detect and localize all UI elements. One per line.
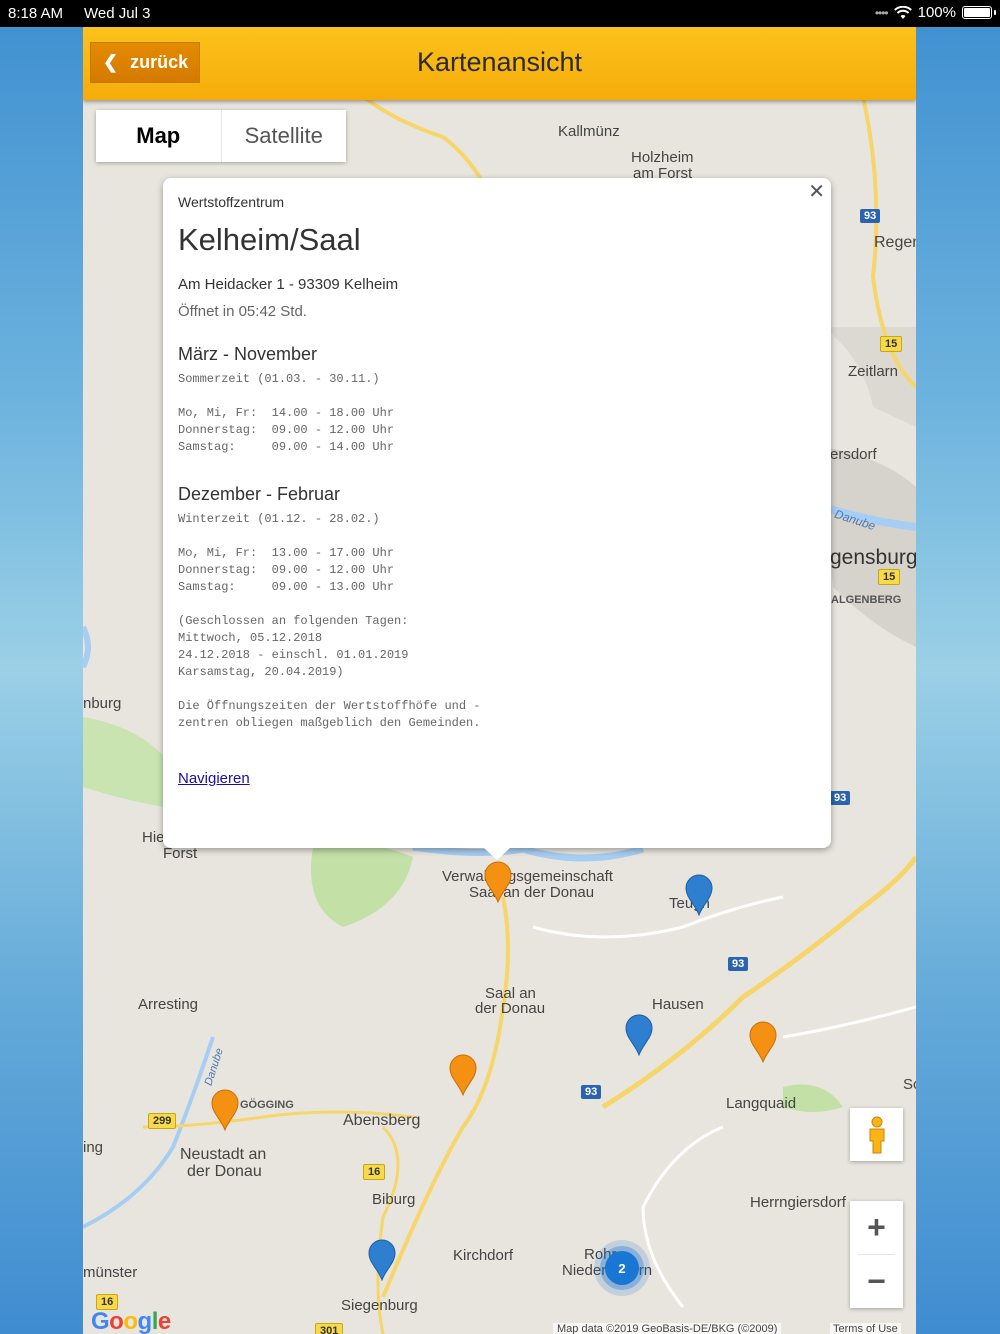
season-winter-title: Dezember - Februar [178,484,341,504]
map-type-satellite-button[interactable]: Satellite [222,110,347,162]
location-address: Am Heidacker 1 - 93309 Kelheim [178,276,399,293]
map-label-siegenburg: Siegenburg [341,1297,418,1314]
street-view-pegman-button[interactable] [850,1108,903,1161]
location-type: Wertstoffzentrum [178,194,285,210]
signal-dots-icon: •••• [874,5,889,20]
status-bar: 8:18 AM Wed Jul 3 •••• 100% [0,0,1000,27]
road-shield-93: 93 [581,1085,602,1099]
pegman-icon [869,1116,884,1153]
marker-orange-selected[interactable] [484,861,512,903]
road-shield-16: 16 [363,1164,386,1180]
marker-blue[interactable] [625,1014,653,1056]
info-window: ✕ Wertstoffzentrum Kelheim/Saal Am Heida… [163,178,831,860]
road-shield-15: 15 [880,336,903,352]
marker-blue[interactable] [685,874,713,916]
terms-of-use-link[interactable]: Terms of Use [830,1323,901,1334]
marker-blue[interactable] [368,1239,396,1281]
battery-icon [962,6,996,19]
map-label-neustadt-2: der Donau [187,1163,262,1180]
road-shield-15: 15 [878,569,901,585]
map-type-control: Map Satellite [96,110,346,162]
map-label-holzheim: Holzheim [631,149,694,166]
season-summer-title: März - November [178,344,318,364]
marker-orange[interactable] [749,1021,777,1063]
map-label-herrngiersdorf: Herrngiersdorf [750,1194,846,1211]
map-attribution: Map data ©2019 GeoBasis-DE/BKG (©2009) [553,1323,782,1334]
season-winter-hours: Winterzeit (01.12. - 28.02.) Mo, Mi, Fr:… [178,512,481,730]
zoom-control: + − [850,1201,903,1308]
marker-orange[interactable] [211,1089,239,1131]
road-shield-93: 93 [830,791,851,805]
status-right: •••• 100% [874,4,996,21]
map-label-abensberg: Abensberg [343,1112,421,1129]
map-label-zeitlarn: Zeitlarn [848,363,899,380]
google-logo: Google [91,1308,171,1334]
road-shield-93: 93 [860,209,881,223]
season-summer-hours: Sommerzeit (01.03. - 30.11.) Mo, Mi, Fr:… [178,372,395,454]
page-title: Kartenansicht [416,47,583,77]
app-header: ❮ zurück Kartenansicht [83,27,916,100]
map-label-ersdorf: ersdorf [830,446,877,463]
map-label-kallmuenz: Kallmünz [558,123,620,140]
status-time: 8:18 AM [8,5,64,22]
status-date: Wed Jul 3 [84,5,151,22]
map-label-ing: ing [83,1139,104,1156]
map-type-map-button[interactable]: Map [96,110,222,162]
road-shield-93: 93 [728,957,749,971]
map-label-gensburg: gensburg [830,546,916,569]
map-label-kirchdorf: Kirchdorf [453,1247,514,1264]
road-shield-299: 299 [148,1113,177,1129]
map-label-algenberg: ALGENBERG [831,594,902,606]
navigate-link[interactable]: Navigieren [178,770,250,787]
map-label-muenster: münster [83,1264,138,1281]
zoom-out-button[interactable]: − [850,1255,903,1308]
map-label-hausen: Hausen [652,996,704,1013]
map-label-langquaid: Langquaid [726,1095,797,1112]
wifi-icon [893,5,912,19]
map-label-saal-2: der Donau [475,1000,546,1017]
map-label-biburg: Biburg [372,1191,416,1208]
map-label-sc: Sc [903,1076,916,1093]
opening-status: Öffnet in 05:42 Std. [178,303,307,320]
map-label-goegging: GÖGGING [240,1099,294,1111]
zoom-in-button[interactable]: + [850,1201,903,1254]
road-shield-301: 301 [315,1323,344,1334]
marker-cluster[interactable]: 2 [605,1251,639,1285]
map-label-neustadt: Neustadt an [180,1146,267,1163]
map-label-verwaltung: Verwaltungsgemeinschaft [442,868,613,885]
map-label-arresting: Arresting [138,996,199,1013]
map-label-hie: Hie [142,829,165,846]
marker-orange[interactable] [449,1054,477,1096]
app-window: Kallmünz Holzheim am Forst Regen Zeitlar… [83,27,916,1334]
map-label-nburg: nburg [83,695,122,712]
location-title: Kelheim/Saal [178,222,361,257]
map-label-regen: Regen [874,234,916,251]
battery-percent: 100% [917,4,956,21]
